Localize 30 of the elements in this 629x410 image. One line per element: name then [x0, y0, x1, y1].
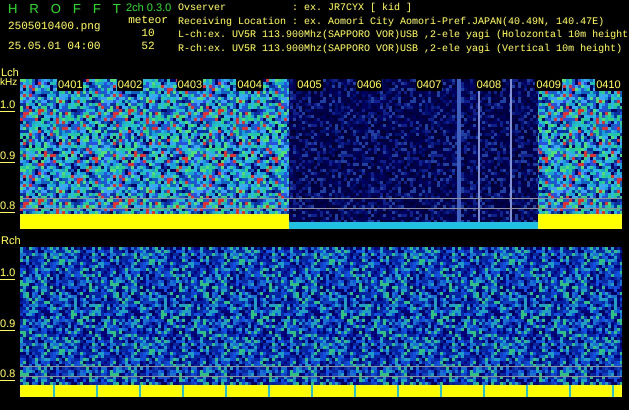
tick-label: 0.8: [0, 369, 16, 381]
time-label: 0402: [116, 79, 144, 91]
meteor-label: meteor: [127, 15, 169, 28]
time-label: 0401: [57, 79, 84, 91]
channel-label: Lch: [1, 68, 20, 79]
file-name: 2505010400.png: [8, 20, 102, 34]
time-label: 0404: [236, 79, 263, 91]
tick-label: 0.9: [0, 151, 16, 163]
unit-label: kHz: [0, 78, 18, 88]
date-time: 25.05.01 04:00: [8, 40, 102, 54]
version-label: 2ch 0.3.0: [126, 2, 172, 15]
info-line: Receiving Location : ex. Aomori City Aomori-Pref.JAPAN(40.49N, 140.47E): [178, 16, 606, 29]
time-label: 0409: [535, 79, 562, 91]
tick-label: 0.8: [0, 201, 16, 213]
info-line: L-ch:ex. UV5R 113.900Mhz(SAPPORO VOR)USB ,2-ele yagi (Holozontal 10m height: [178, 29, 628, 42]
time-label: 0408: [476, 79, 502, 91]
tick-label: 1.0: [0, 100, 16, 112]
tick-label: 0.9: [0, 319, 16, 331]
channel-label: Rch: [0, 236, 22, 247]
time-label: 0410: [595, 79, 622, 91]
app-title: HROFFT: [8, 2, 126, 16]
info-line: R-ch:ex. UV5R 113.900Mhz(SAPPORO VOR)USB ,2-ele yagi (Vertical 10m height): [178, 42, 624, 56]
meteor-count: 10: [140, 28, 156, 41]
time-label: 0403: [176, 79, 204, 91]
info-line: Ovserver : ex. JR7CYX [ kid ]: [178, 2, 414, 16]
meteor-count: 52: [140, 41, 156, 54]
time-label: 0405: [296, 79, 323, 91]
time-label: 0407: [416, 79, 442, 91]
time-label: 0406: [356, 79, 382, 91]
tick-label: 1.0: [0, 268, 16, 280]
